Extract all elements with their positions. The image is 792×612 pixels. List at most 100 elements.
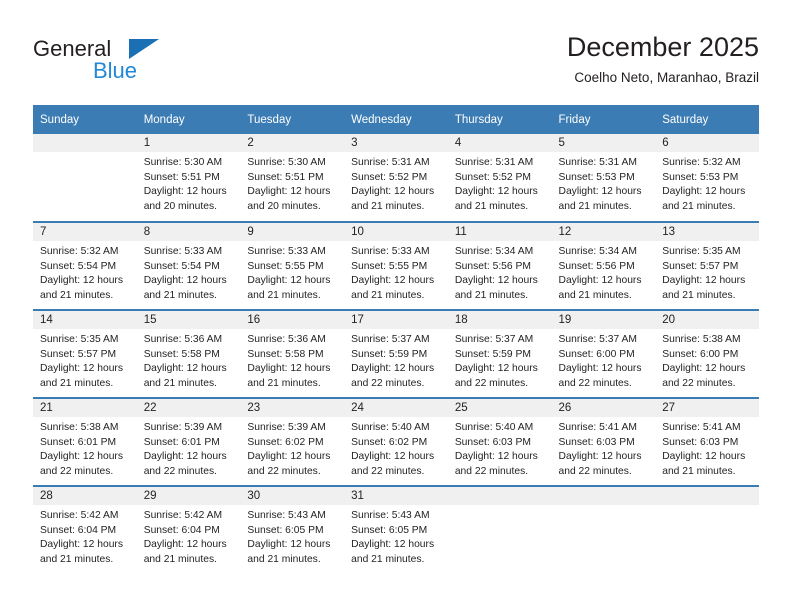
calendar-day-cell[interactable]: 18 Sunrise: 5:37 AM Sunset: 5:59 PM Dayligh… [447, 309, 552, 398]
calendar-day-cell[interactable]: 31 Sunrise: 5:43 AM Sunset: 6:05 PM Dayligh… [344, 485, 448, 574]
calendar-day-cell[interactable]: 25 Sunrise: 5:40 AM Sunset: 6:03 PM Dayligh… [447, 397, 552, 486]
calendar-week-row: 1 Sunrise: 5:30 AM Sunset: 5:51 PM Daylight… [33, 134, 759, 222]
sunrise-time: Sunrise: 5:35 AM [40, 334, 119, 345]
calendar-day-cell[interactable]: 8 Sunrise: 5:33 AM Sunset: 5:54 PM Daylight… [136, 221, 241, 310]
daylight-duration-line2: and 22 minutes. [247, 465, 321, 477]
calendar-day-cell[interactable]: 22 Sunrise: 5:39 AM Sunset: 6:01 PM Dayligh… [136, 397, 241, 486]
calendar-day-cell[interactable]: 11 Sunrise: 5:34 AM Sunset: 5:56 PM Dayligh… [447, 221, 552, 310]
day-cell-content: 10 Sunrise: 5:33 AM Sunset: 5:55 PM Dayligh… [344, 223, 448, 309]
daylight-duration-line1: Daylight: 12 hours [351, 451, 435, 463]
calendar-day-cell[interactable]: 15 Sunrise: 5:36 AM Sunset: 5:58 PM Dayligh… [136, 309, 241, 398]
calendar-day-cell[interactable]: 5 Sunrise: 5:31 AM Sunset: 5:53 PM Daylight… [551, 134, 656, 222]
calendar-day-cell[interactable]: 3 Sunrise: 5:31 AM Sunset: 5:52 PM Daylight… [344, 134, 448, 222]
sunset-time: Sunset: 5:58 PM [247, 348, 324, 360]
calendar-day-cell[interactable]: 23 Sunrise: 5:39 AM Sunset: 6:02 PM Dayligh… [240, 397, 345, 486]
day-number: 30 [240, 487, 345, 505]
calendar-day-cell[interactable]: 14 Sunrise: 5:35 AM Sunset: 5:57 PM Dayligh… [33, 309, 137, 398]
calendar-day-cell[interactable]: 16 Sunrise: 5:36 AM Sunset: 5:58 PM Dayligh… [240, 309, 345, 398]
sunset-time: Sunset: 5:57 PM [662, 260, 739, 272]
weekday-header-saturday: Saturday [655, 105, 759, 134]
sunset-time: Sunset: 5:54 PM [143, 260, 220, 272]
sunrise-time: Sunrise: 5:31 AM [351, 157, 430, 168]
day-details: Sunrise: 5:42 AM Sunset: 6:04 PM Daylight:… [33, 505, 137, 567]
sunset-time: Sunset: 6:05 PM [247, 524, 324, 536]
sunrise-time: Sunrise: 5:43 AM [351, 510, 430, 521]
day-number [33, 134, 137, 152]
day-cell-content: 17 Sunrise: 5:37 AM Sunset: 5:59 PM Dayligh… [344, 311, 448, 397]
daylight-duration-line1: Daylight: 12 hours [351, 275, 435, 287]
calendar-day-cell[interactable]: 10 Sunrise: 5:33 AM Sunset: 5:55 PM Dayligh… [344, 221, 448, 310]
calendar-day-cell[interactable]: 7 Sunrise: 5:32 AM Sunset: 5:54 PM Daylight… [33, 221, 137, 310]
calendar-day-cell [655, 485, 759, 574]
day-cell-content: 22 Sunrise: 5:39 AM Sunset: 6:01 PM Dayligh… [136, 399, 241, 485]
daylight-duration-line1: Daylight: 12 hours [662, 186, 746, 198]
calendar-day-cell[interactable]: 30 Sunrise: 5:43 AM Sunset: 6:05 PM Dayligh… [240, 485, 345, 574]
calendar-day-cell[interactable]: 1 Sunrise: 5:30 AM Sunset: 5:51 PM Daylight… [136, 134, 241, 222]
daylight-duration-line1: Daylight: 12 hours [454, 275, 538, 287]
day-number: 6 [655, 134, 759, 152]
calendar-day-cell[interactable]: 19 Sunrise: 5:37 AM Sunset: 6:00 PM Dayligh… [551, 309, 656, 398]
daylight-duration-line2: and 21 minutes. [662, 465, 736, 477]
calendar-day-cell [33, 134, 137, 222]
day-cell-content: 26 Sunrise: 5:41 AM Sunset: 6:03 PM Dayligh… [551, 399, 656, 485]
day-number: 4 [447, 134, 552, 152]
sunset-time: Sunset: 6:04 PM [40, 524, 117, 536]
calendar-day-cell[interactable]: 24 Sunrise: 5:40 AM Sunset: 6:02 PM Dayligh… [344, 397, 448, 486]
calendar-day-cell[interactable]: 27 Sunrise: 5:41 AM Sunset: 6:03 PM Dayligh… [655, 397, 759, 486]
sunset-time: Sunset: 6:05 PM [351, 524, 428, 536]
calendar-day-cell [551, 485, 656, 574]
day-cell-content: 9 Sunrise: 5:33 AM Sunset: 5:55 PM Daylight… [240, 223, 345, 309]
daylight-duration-line2: and 21 minutes. [247, 377, 321, 389]
calendar-day-cell[interactable]: 12 Sunrise: 5:34 AM Sunset: 5:56 PM Dayligh… [551, 221, 656, 310]
day-cell-content: 7 Sunrise: 5:32 AM Sunset: 5:54 PM Daylight… [33, 223, 137, 309]
day-details: Sunrise: 5:35 AM Sunset: 5:57 PM Daylight:… [655, 241, 759, 303]
calendar-day-cell[interactable]: 13 Sunrise: 5:35 AM Sunset: 5:57 PM Dayligh… [655, 221, 759, 310]
day-details: Sunrise: 5:36 AM Sunset: 5:58 PM Daylight:… [137, 329, 241, 391]
daylight-duration-line1: Daylight: 12 hours [247, 539, 331, 551]
sunset-time: Sunset: 5:52 PM [351, 171, 428, 183]
calendar-day-cell[interactable]: 17 Sunrise: 5:37 AM Sunset: 5:59 PM Dayligh… [344, 309, 448, 398]
day-details: Sunrise: 5:43 AM Sunset: 6:05 PM Daylight:… [240, 505, 344, 567]
day-details: Sunrise: 5:33 AM Sunset: 5:55 PM Daylight:… [240, 241, 344, 303]
weekday-header-sunday: Sunday [33, 105, 137, 134]
sunrise-time: Sunrise: 5:42 AM [143, 510, 223, 521]
day-number: 18 [447, 311, 552, 329]
sunrise-time: Sunrise: 5:42 AM [40, 510, 119, 521]
calendar-day-cell[interactable]: 21 Sunrise: 5:38 AM Sunset: 6:01 PM Dayligh… [33, 397, 137, 486]
day-number: 17 [344, 311, 448, 329]
day-number: 29 [136, 487, 241, 505]
daylight-duration-line2: and 21 minutes. [40, 553, 114, 565]
calendar-day-cell[interactable]: 4 Sunrise: 5:31 AM Sunset: 5:52 PM Daylight… [447, 134, 552, 222]
calendar-day-cell[interactable]: 9 Sunrise: 5:33 AM Sunset: 5:55 PM Daylight… [240, 221, 345, 310]
calendar-day-cell[interactable]: 26 Sunrise: 5:41 AM Sunset: 6:03 PM Dayligh… [551, 397, 656, 486]
day-number: 25 [447, 399, 552, 417]
sunrise-time: Sunrise: 5:43 AM [247, 510, 326, 521]
day-cell-content: 31 Sunrise: 5:43 AM Sunset: 6:05 PM Dayligh… [344, 487, 448, 574]
weekday-header-monday: Monday [136, 105, 241, 134]
sunset-time: Sunset: 5:58 PM [143, 348, 220, 360]
daylight-duration-line1: Daylight: 12 hours [558, 363, 642, 375]
day-details: Sunrise: 5:31 AM Sunset: 5:52 PM Daylight:… [448, 152, 552, 214]
calendar-day-cell[interactable]: 2 Sunrise: 5:30 AM Sunset: 5:51 PM Daylight… [240, 134, 345, 222]
day-details: Sunrise: 5:30 AM Sunset: 5:51 PM Daylight:… [137, 152, 241, 214]
day-cell-content [33, 134, 137, 221]
sunrise-time: Sunrise: 5:32 AM [40, 246, 119, 257]
daylight-duration-line2: and 22 minutes. [558, 465, 632, 477]
daylight-duration-line2: and 20 minutes. [247, 200, 321, 212]
sunrise-time: Sunrise: 5:31 AM [454, 157, 534, 168]
daylight-duration-line1: Daylight: 12 hours [662, 363, 746, 375]
calendar-day-cell[interactable]: 6 Sunrise: 5:32 AM Sunset: 5:53 PM Daylight… [655, 134, 759, 222]
calendar-day-cell[interactable]: 29 Sunrise: 5:42 AM Sunset: 6:04 PM Dayligh… [136, 485, 241, 574]
page-subtitle: Coelho Neto, Maranhao, Brazil [574, 70, 759, 85]
day-cell-content: 8 Sunrise: 5:33 AM Sunset: 5:54 PM Daylight… [136, 223, 241, 309]
sunrise-time: Sunrise: 5:41 AM [558, 422, 637, 433]
day-details: Sunrise: 5:41 AM Sunset: 6:03 PM Daylight:… [655, 417, 759, 479]
calendar-day-cell[interactable]: 20 Sunrise: 5:38 AM Sunset: 6:00 PM Dayligh… [655, 309, 759, 398]
daylight-duration-line2: and 21 minutes. [351, 289, 425, 301]
day-details: Sunrise: 5:33 AM Sunset: 5:54 PM Daylight:… [137, 241, 241, 303]
calendar-day-cell[interactable]: 28 Sunrise: 5:42 AM Sunset: 6:04 PM Dayligh… [33, 485, 137, 574]
day-number: 13 [655, 223, 759, 241]
day-details: Sunrise: 5:39 AM Sunset: 6:02 PM Daylight:… [240, 417, 344, 479]
day-number: 14 [33, 311, 137, 329]
logo-triangle-icon [129, 39, 159, 59]
